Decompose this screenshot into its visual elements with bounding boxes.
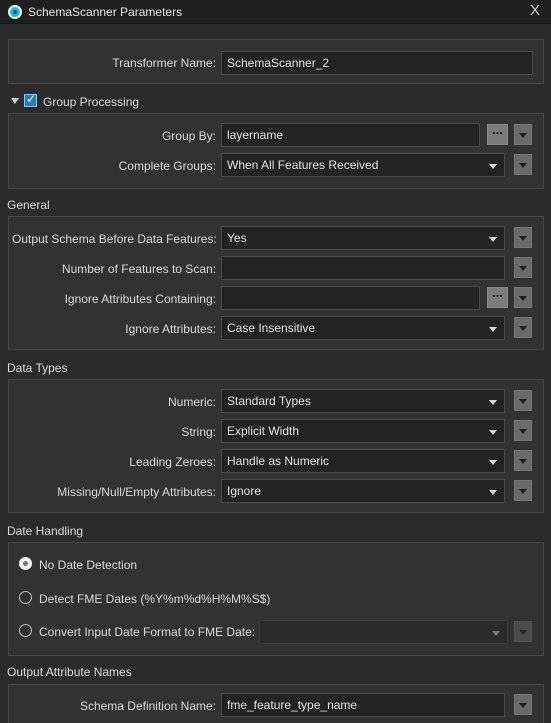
transformer-name-label: Transformer Name: (112, 56, 216, 70)
complete-groups-label: Complete Groups: (118, 159, 216, 173)
chevron-down-icon (489, 237, 497, 242)
window-title: SchemaScanner Parameters (28, 5, 183, 19)
title-bar: SchemaScanner Parameters X (0, 0, 551, 24)
output-attribute-names-section-title: Output Attribute Names (7, 665, 132, 679)
group-processing-checkbox[interactable] (24, 92, 37, 107)
missing-attributes-menu-button[interactable] (514, 480, 532, 501)
numeric-menu-button[interactable] (514, 390, 532, 411)
no-date-detection-label: No Date Detection (39, 558, 138, 572)
ignore-containing-label: Ignore Attributes Containing: (64, 292, 216, 306)
app-icon (8, 5, 22, 19)
group-by-menu-button[interactable] (514, 124, 532, 145)
schema-definition-name-menu-button[interactable] (514, 694, 532, 715)
leading-zeroes-select[interactable]: Handle as Numeric (221, 449, 505, 473)
missing-attributes-select[interactable]: Ignore (221, 479, 505, 503)
complete-groups-select[interactable]: When All Features Received (221, 153, 505, 177)
output-schema-label: Output Schema Before Data Features: (12, 232, 217, 246)
complete-groups-menu-button[interactable] (514, 154, 532, 175)
ignore-attributes-menu-button[interactable] (514, 317, 532, 338)
ignore-attributes-select[interactable]: Case Insensitive (221, 316, 505, 340)
chevron-down-icon (492, 631, 500, 636)
detect-fme-dates-radio[interactable] (19, 591, 32, 604)
missing-attributes-label: Missing/Null/Empty Attributes: (57, 485, 216, 499)
numeric-select[interactable]: Standard Types (221, 389, 505, 413)
schema-definition-name-input[interactable]: fme_feature_type_name (221, 693, 505, 717)
complete-groups-value: When All Features Received (227, 158, 379, 172)
string-menu-button[interactable] (514, 420, 532, 441)
num-features-label: Number of Features to Scan: (61, 262, 216, 276)
general-section-title: General (7, 198, 50, 212)
date-handling-section-title: Date Handling (7, 524, 84, 538)
group-by-label: Group By: (161, 129, 216, 143)
convert-date-format-select[interactable] (259, 620, 508, 644)
convert-date-format-menu-button[interactable] (514, 621, 532, 642)
chevron-down-icon (489, 490, 497, 495)
chevron-down-icon (489, 460, 497, 465)
ignore-containing-menu-button[interactable] (514, 287, 532, 308)
group-processing-label: Group Processing (43, 95, 140, 109)
ignore-attributes-label: Ignore Attributes: (125, 322, 216, 336)
convert-date-format-label: Convert Input Date Format to FME Date: (39, 625, 256, 639)
numeric-value: Standard Types (227, 394, 311, 408)
output-schema-select[interactable]: Yes (221, 226, 505, 250)
ignore-containing-browse-button[interactable]: ... (487, 286, 508, 308)
string-value: Explicit Width (227, 424, 300, 438)
close-icon[interactable]: X (527, 2, 543, 20)
data-types-section-title: Data Types (7, 361, 68, 375)
detect-fme-dates-label: Detect FME Dates (%Y%m%d%H%M%S$) (39, 592, 271, 606)
string-label: String: (181, 425, 216, 439)
string-select[interactable]: Explicit Width (221, 419, 505, 443)
chevron-down-icon (489, 327, 497, 332)
chevron-down-icon[interactable] (11, 98, 19, 104)
schema-definition-name-label: Schema Definition Name: (79, 699, 216, 713)
ignore-attributes-value: Case Insensitive (227, 321, 316, 335)
num-features-input[interactable] (221, 256, 505, 280)
output-schema-menu-button[interactable] (514, 227, 532, 248)
no-date-detection-radio[interactable] (19, 557, 32, 570)
convert-date-format-radio[interactable] (19, 624, 32, 637)
output-schema-value: Yes (227, 231, 247, 245)
transformer-name-input[interactable]: SchemaScanner_2 (221, 51, 533, 75)
leading-zeroes-value: Handle as Numeric (227, 454, 330, 468)
ignore-containing-input[interactable] (221, 286, 480, 310)
group-by-browse-button[interactable]: ... (487, 123, 508, 145)
chevron-down-icon (489, 400, 497, 405)
missing-attributes-value: Ignore (227, 484, 262, 498)
numeric-label: Numeric: (167, 395, 216, 409)
chevron-down-icon (489, 164, 497, 169)
num-features-menu-button[interactable] (514, 257, 532, 278)
leading-zeroes-label: Leading Zeroes: (129, 455, 216, 469)
chevron-down-icon (489, 430, 497, 435)
group-by-input[interactable]: layername (221, 123, 480, 147)
leading-zeroes-menu-button[interactable] (514, 450, 532, 471)
